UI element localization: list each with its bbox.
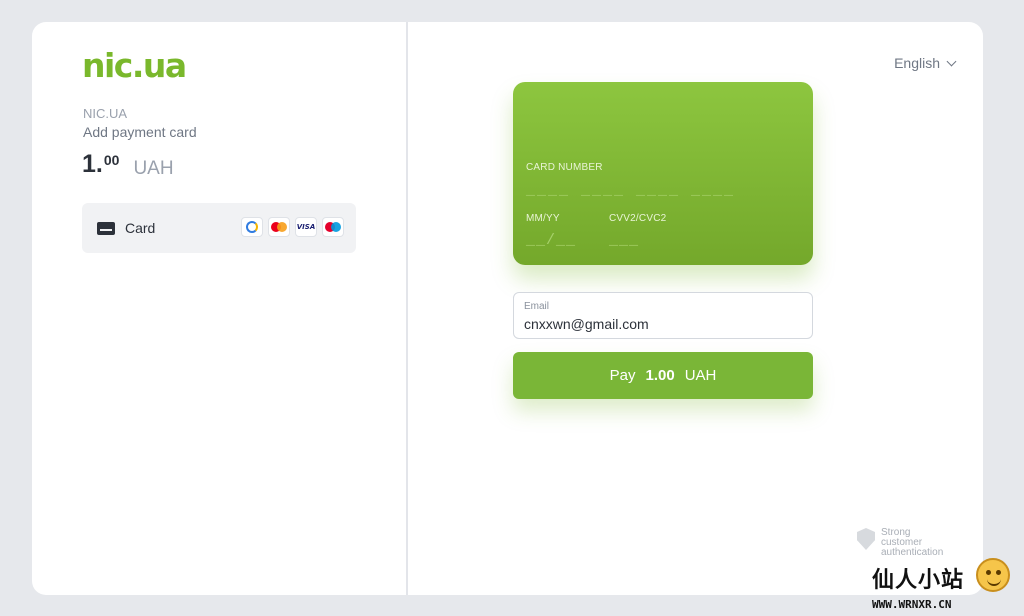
order-description: Add payment card xyxy=(83,124,197,140)
card-form: CARD NUMBER ____ ____ ____ ____ MM/YY __… xyxy=(513,82,813,265)
card-number-input[interactable]: ____ ____ ____ ____ xyxy=(526,182,735,199)
amount-integer: 1. xyxy=(82,150,103,178)
watermark: 仙人小站 WWW.WRNXR.CN xyxy=(872,562,964,611)
google-pay-icon xyxy=(241,217,263,237)
card-icon xyxy=(97,221,115,235)
watermark-url: WWW.WRNXR.CN xyxy=(872,598,952,611)
panel-divider xyxy=(406,22,408,595)
amount-currency: UAH xyxy=(133,158,174,179)
card-brands: VISA xyxy=(241,217,344,237)
language-label: English xyxy=(894,55,940,71)
shield-icon xyxy=(857,528,875,550)
expiry-input[interactable]: __/__ xyxy=(526,232,576,249)
visa-icon: VISA xyxy=(295,217,317,237)
email-field[interactable]: Email cnxxwn@gmail.com xyxy=(513,292,813,339)
card-number-label: CARD NUMBER xyxy=(526,162,603,173)
checkout-panel: nic.ua NIC.UA Add payment card 1. 00 UAH… xyxy=(32,22,983,595)
order-amount: 1. 00 UAH xyxy=(82,150,174,180)
watermark-title: 仙人小站 xyxy=(872,568,965,593)
secure-badge: Strong customer authentication xyxy=(857,527,944,558)
maestro-icon xyxy=(322,217,344,237)
email-label: Email xyxy=(524,301,550,312)
cvv-label: CVV2/CVC2 xyxy=(609,213,667,224)
chevron-down-icon xyxy=(946,56,957,66)
payment-method-label: Card xyxy=(125,220,156,236)
mastercard-icon xyxy=(268,217,290,237)
email-value: cnxxwn@gmail.com xyxy=(524,316,649,332)
amount-decimal: 00 xyxy=(103,152,120,168)
merchant-name: NIC.UA xyxy=(83,106,128,121)
nic-ua-logo: nic.ua xyxy=(82,46,187,85)
pay-button[interactable]: Pay 1.00 UAH xyxy=(513,352,813,399)
pay-button-currency: UAH xyxy=(684,367,717,384)
language-selector[interactable]: English xyxy=(894,55,957,71)
secure-badge-text: Strong customer authentication xyxy=(881,527,944,558)
smiley-icon xyxy=(976,558,1010,592)
payment-method-card[interactable]: Card VISA xyxy=(82,203,356,253)
expiry-label: MM/YY xyxy=(526,213,560,224)
pay-button-amount: 1.00 xyxy=(645,367,675,384)
pay-button-prefix: Pay xyxy=(609,367,636,384)
cvv-input[interactable]: ___ xyxy=(609,232,639,249)
